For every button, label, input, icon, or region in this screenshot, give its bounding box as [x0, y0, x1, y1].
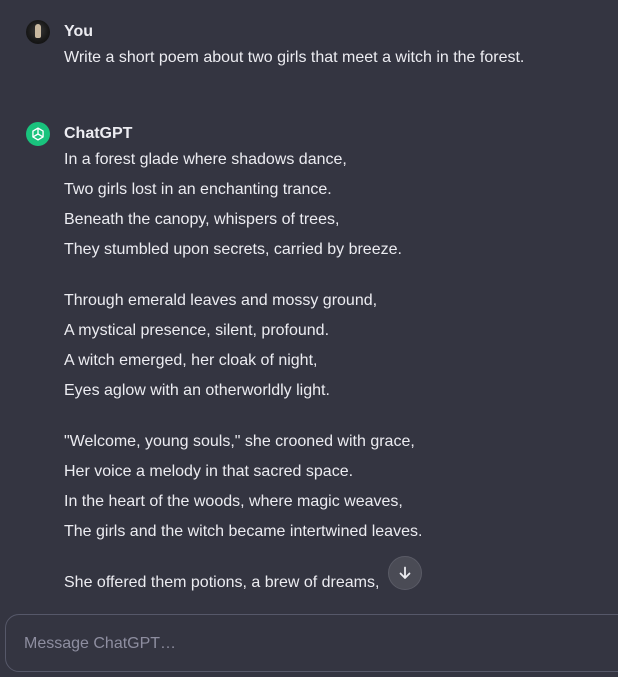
message-input[interactable]: [22, 629, 586, 659]
user-avatar-figure: [35, 24, 41, 38]
poem-line: Two girls lost in an enchanting trance.: [64, 181, 332, 198]
poem-line: "Welcome, young souls," she crooned with…: [64, 433, 415, 450]
chat-thread: You Write a short poem about two girls t…: [0, 0, 618, 612]
openai-logo-icon: [26, 122, 50, 146]
user-author-name: You: [64, 23, 94, 40]
arrow-down-icon: [399, 566, 411, 579]
poem-line: Beneath the canopy, whispers of trees,: [64, 211, 340, 228]
poem-line: Through emerald leaves and mossy ground,: [64, 292, 378, 309]
user-avatar: [26, 20, 50, 44]
poem-stanza: Through emerald leaves and mossy ground,…: [64, 291, 618, 411]
poem-stanza: In a forest glade where shadows dance, T…: [64, 150, 618, 270]
user-message-text: Write a short poem about two girls that …: [64, 49, 525, 66]
message-composer[interactable]: [5, 614, 618, 672]
poem-line: They stumbled upon secrets, carried by b…: [64, 241, 402, 258]
poem-line: Her voice a melody in that sacred space.: [64, 463, 354, 480]
poem-line: The girls and the witch became intertwin…: [64, 523, 423, 540]
scroll-to-bottom-button[interactable]: [388, 556, 422, 590]
poem-line: A mystical presence, silent, profound.: [64, 322, 330, 339]
assistant-author-name: ChatGPT: [64, 125, 133, 142]
poem-stanza: "Welcome, young souls," she crooned with…: [64, 432, 618, 552]
poem-line: In the heart of the woods, where magic w…: [64, 493, 403, 510]
poem-line: A witch emerged, her cloak of night,: [64, 352, 318, 369]
assistant-poem: In a forest glade where shadows dance, T…: [64, 150, 618, 612]
poem-stanza: She offered them potions, a brew of drea…: [64, 573, 618, 603]
poem-line: In a forest glade where shadows dance,: [64, 151, 347, 168]
poem-line: She offered them potions, a brew of drea…: [64, 574, 380, 591]
poem-line: Eyes aglow with an otherworldly light.: [64, 382, 330, 399]
